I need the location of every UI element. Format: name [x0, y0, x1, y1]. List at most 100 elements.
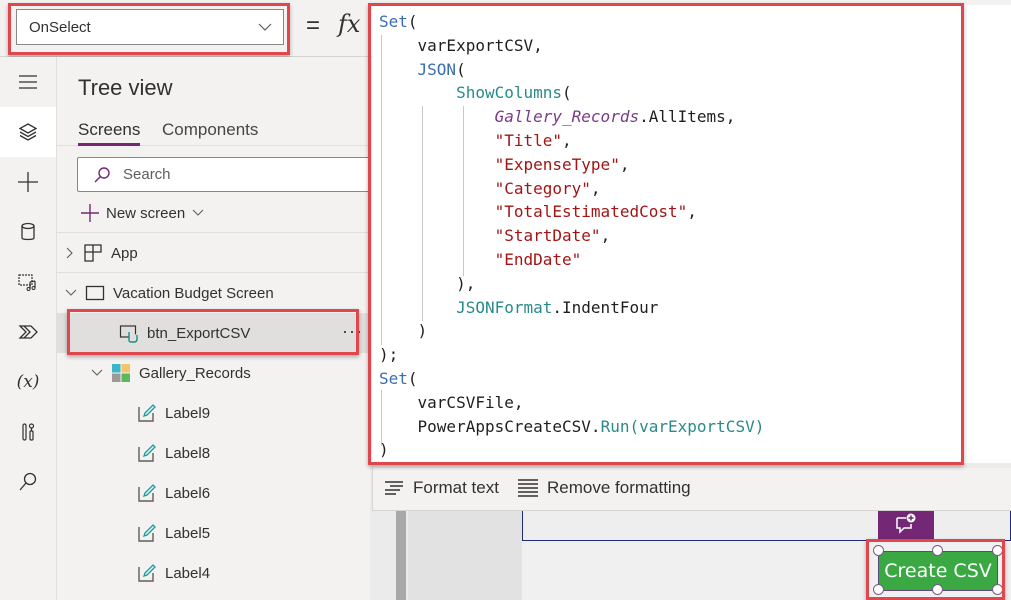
gallery-icon [112, 364, 130, 382]
rail-media-button[interactable] [0, 257, 56, 307]
new-screen-label: New screen [106, 204, 186, 222]
app-icon [84, 244, 102, 262]
code-line: ) [379, 321, 428, 341]
code-line: Gallery_Records.AllItems, [494, 107, 736, 127]
layers-tree-view-icon [18, 123, 38, 141]
equals-sign: = [306, 12, 321, 39]
tree-item-label8[interactable]: Label8 [57, 433, 370, 473]
formula-code[interactable]: Set( varExportCSV, JSON( ShowColumns( Ga… [379, 10, 764, 462]
resize-handle[interactable] [873, 584, 884, 595]
code-line: "Category", [494, 178, 601, 198]
advanced-tools-icon [22, 423, 35, 441]
tree-item-label: Label9 [165, 404, 211, 422]
format-text-icon [385, 481, 403, 495]
tree-item-screen[interactable]: Vacation Budget Screen [57, 273, 370, 313]
chevron-right-icon [66, 247, 73, 259]
database-icon [21, 222, 35, 241]
tree-item-label: Label4 [165, 564, 211, 582]
code-line: ) [379, 440, 389, 460]
tab-screens[interactable]: Screens [78, 120, 140, 140]
chevron-down-icon [91, 369, 103, 376]
remove-formatting-button[interactable]: Remove formatting [517, 478, 691, 498]
code-line: ShowColumns( [456, 83, 572, 103]
format-toolbar: Format text Remove formatting [372, 468, 1011, 511]
tree-item-label4[interactable]: Label4 [57, 553, 370, 593]
code-line: "Title", [494, 130, 572, 150]
code-line: varCSVFile, [379, 392, 524, 412]
tree-item-gallery[interactable]: Gallery_Records [57, 353, 370, 393]
resize-handle[interactable] [992, 584, 1003, 595]
variables-icon: (x) [16, 372, 40, 392]
tree-search-input[interactable]: Search [77, 157, 377, 192]
add-comment-icon [896, 513, 916, 534]
active-tab-indicator [78, 143, 140, 146]
tree-item-label5[interactable]: Label5 [57, 513, 370, 553]
canvas-scrollbar[interactable] [396, 508, 406, 600]
rail-advanced-tools-button[interactable] [0, 407, 56, 457]
label-edit-icon [138, 444, 156, 462]
property-dropdown[interactable]: OnSelect [16, 9, 284, 45]
code-line: ), [379, 273, 476, 293]
comment-button[interactable] [878, 506, 934, 542]
tree-item-label: Vacation Budget Screen [113, 284, 274, 302]
search-icon [94, 167, 110, 183]
label-edit-icon [138, 484, 156, 502]
chevron-down-icon [65, 289, 77, 296]
tree-item-label: Label8 [165, 444, 211, 462]
tree-item-label6[interactable]: Label6 [57, 473, 370, 513]
new-screen-button[interactable]: New screen [80, 202, 205, 224]
tree-item-button-selected[interactable]: btn_ExportCSV ··· [57, 313, 370, 353]
left-rail: (x) [0, 57, 57, 600]
code-line: "ExpenseType", [494, 154, 630, 174]
screen-icon [85, 285, 105, 301]
chevron-down-icon [258, 23, 272, 31]
remove-formatting-icon [518, 479, 538, 497]
tree-item-label: Label5 [165, 524, 211, 542]
resize-handle[interactable] [932, 584, 943, 595]
tree-item-app[interactable]: App [57, 233, 370, 273]
format-text-button[interactable]: Format text [383, 478, 499, 498]
editor-right-area [960, 5, 1011, 463]
chevron-down-icon [192, 209, 204, 216]
tree-item-label9[interactable]: Label9 [57, 393, 370, 433]
rail-variables-button[interactable]: (x) [0, 357, 56, 407]
search-placeholder: Search [123, 166, 171, 183]
plus-insert-icon [18, 172, 38, 192]
tree-item-label: App [111, 244, 138, 262]
resize-handle[interactable] [992, 545, 1003, 556]
code-line: Set( [379, 368, 418, 388]
fx-icon: fx [338, 10, 361, 38]
code-line: "EndDate" [494, 249, 582, 269]
tab-components[interactable]: Components [162, 120, 258, 140]
panel-title: Tree view [78, 75, 173, 100]
label-edit-icon [138, 524, 156, 542]
code-line: "StartDate", [494, 226, 611, 246]
tree-item-label: btn_ExportCSV [147, 324, 251, 342]
formula-editor[interactable]: Set( varExportCSV, JSON( ShowColumns( Ga… [372, 5, 960, 463]
power-automate-icon [18, 325, 38, 339]
rail-menu-button[interactable] [0, 57, 56, 107]
search-icon [19, 472, 37, 491]
format-text-label: Format text [413, 478, 499, 497]
code-line: varExportCSV, [379, 35, 543, 55]
tree-item-label: Gallery_Records [139, 364, 251, 382]
rail-power-automate-button[interactable] [0, 307, 56, 357]
rail-tree-view-button[interactable] [0, 107, 56, 157]
hamburger-menu-icon [19, 75, 37, 89]
resize-handle[interactable] [873, 545, 884, 556]
code-line: "TotalEstimatedCost", [494, 202, 697, 222]
tree-view-panel: Tree view Screens Components Search New … [57, 57, 377, 600]
media-icon [18, 274, 36, 291]
plus-icon [81, 204, 99, 222]
canvas-screen-margin [408, 508, 522, 600]
rail-search-button[interactable] [0, 457, 56, 507]
code-line: JSONFormat.IndentFour [456, 297, 659, 317]
resize-handle[interactable] [932, 545, 943, 556]
label-edit-icon [138, 404, 156, 422]
more-options-button[interactable]: ··· [342, 321, 363, 342]
label-edit-icon [138, 564, 156, 582]
tree-item-label: Label6 [165, 484, 211, 502]
rail-insert-button[interactable] [0, 157, 56, 207]
rail-data-button[interactable] [0, 207, 56, 257]
code-line: ); [379, 345, 399, 365]
